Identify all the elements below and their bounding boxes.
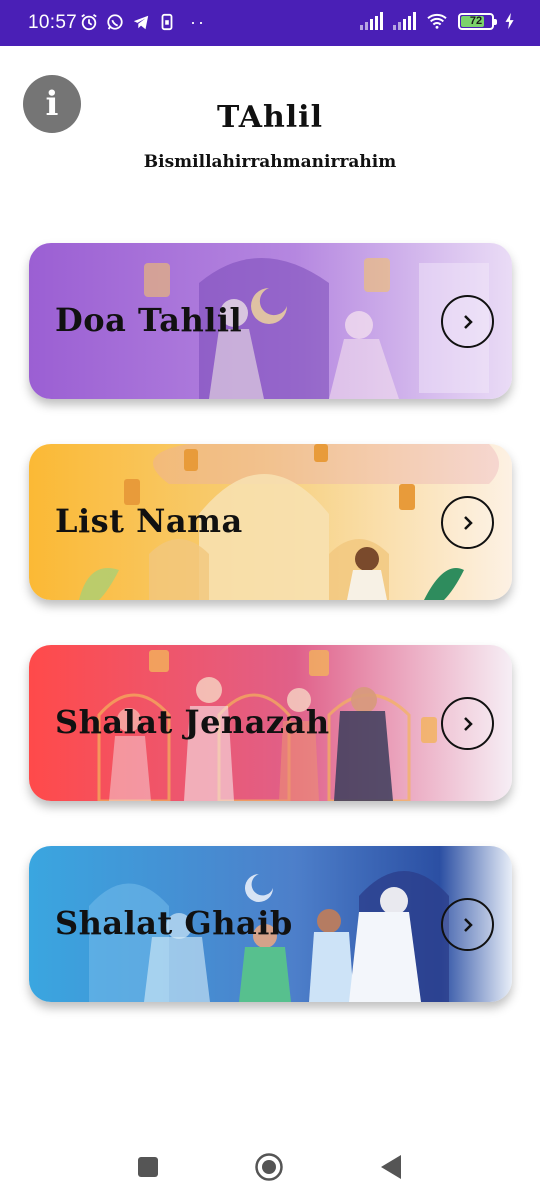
recents-square-icon	[138, 1157, 158, 1177]
chevron-right-button[interactable]	[441, 295, 494, 348]
recents-button[interactable]	[133, 1152, 163, 1182]
chevron-right-icon	[463, 515, 473, 530]
chevron-right-button[interactable]	[441, 898, 494, 951]
back-button[interactable]	[376, 1152, 406, 1182]
alarm-icon	[81, 14, 97, 31]
wifi-icon	[427, 13, 447, 29]
menu-card-label: Shalat Ghaib	[55, 904, 293, 942]
menu-card-doa-tahlil[interactable]: Doa Tahlil	[29, 243, 512, 399]
battery-icon: 72	[458, 12, 497, 30]
page-subtitle: Bismillahirrahmanirrahim	[143, 152, 397, 172]
chevron-right-icon	[463, 716, 473, 731]
more-dots-icon: ··	[190, 12, 206, 32]
menu-card-label: Doa Tahlil	[55, 301, 243, 339]
status-bar: 10:57 ·· 72	[0, 0, 540, 46]
menu-card-shalat-jenazah[interactable]: Shalat Jenazah	[29, 645, 512, 801]
chevron-right-button[interactable]	[441, 496, 494, 549]
menu-card-list-nama[interactable]: List Nama	[29, 444, 512, 600]
chevron-right-button[interactable]	[441, 697, 494, 750]
menu-card-shalat-ghaib[interactable]: Shalat Ghaib	[29, 846, 512, 1002]
battery-level: 72	[469, 15, 483, 27]
signal-icon	[360, 12, 383, 30]
menu-card-label: List Nama	[55, 502, 243, 540]
back-triangle-icon	[381, 1155, 401, 1179]
chevron-right-icon	[463, 917, 473, 932]
menu-card-label: Shalat Jenazah	[55, 703, 330, 741]
telegram-icon	[133, 15, 149, 30]
whatsapp-icon	[107, 14, 123, 30]
notification-icons: ··	[80, 13, 206, 31]
sim-icon	[161, 13, 173, 31]
status-time: 10:57	[28, 12, 78, 33]
page-title: TAhlil	[217, 100, 323, 135]
charging-icon	[505, 12, 514, 30]
system-nav-bar	[0, 1130, 540, 1200]
home-button[interactable]	[254, 1152, 284, 1182]
home-circle-icon	[255, 1153, 283, 1181]
system-status-icons: 72	[360, 12, 516, 30]
signal-icon	[393, 12, 416, 30]
chevron-right-icon	[463, 314, 473, 329]
